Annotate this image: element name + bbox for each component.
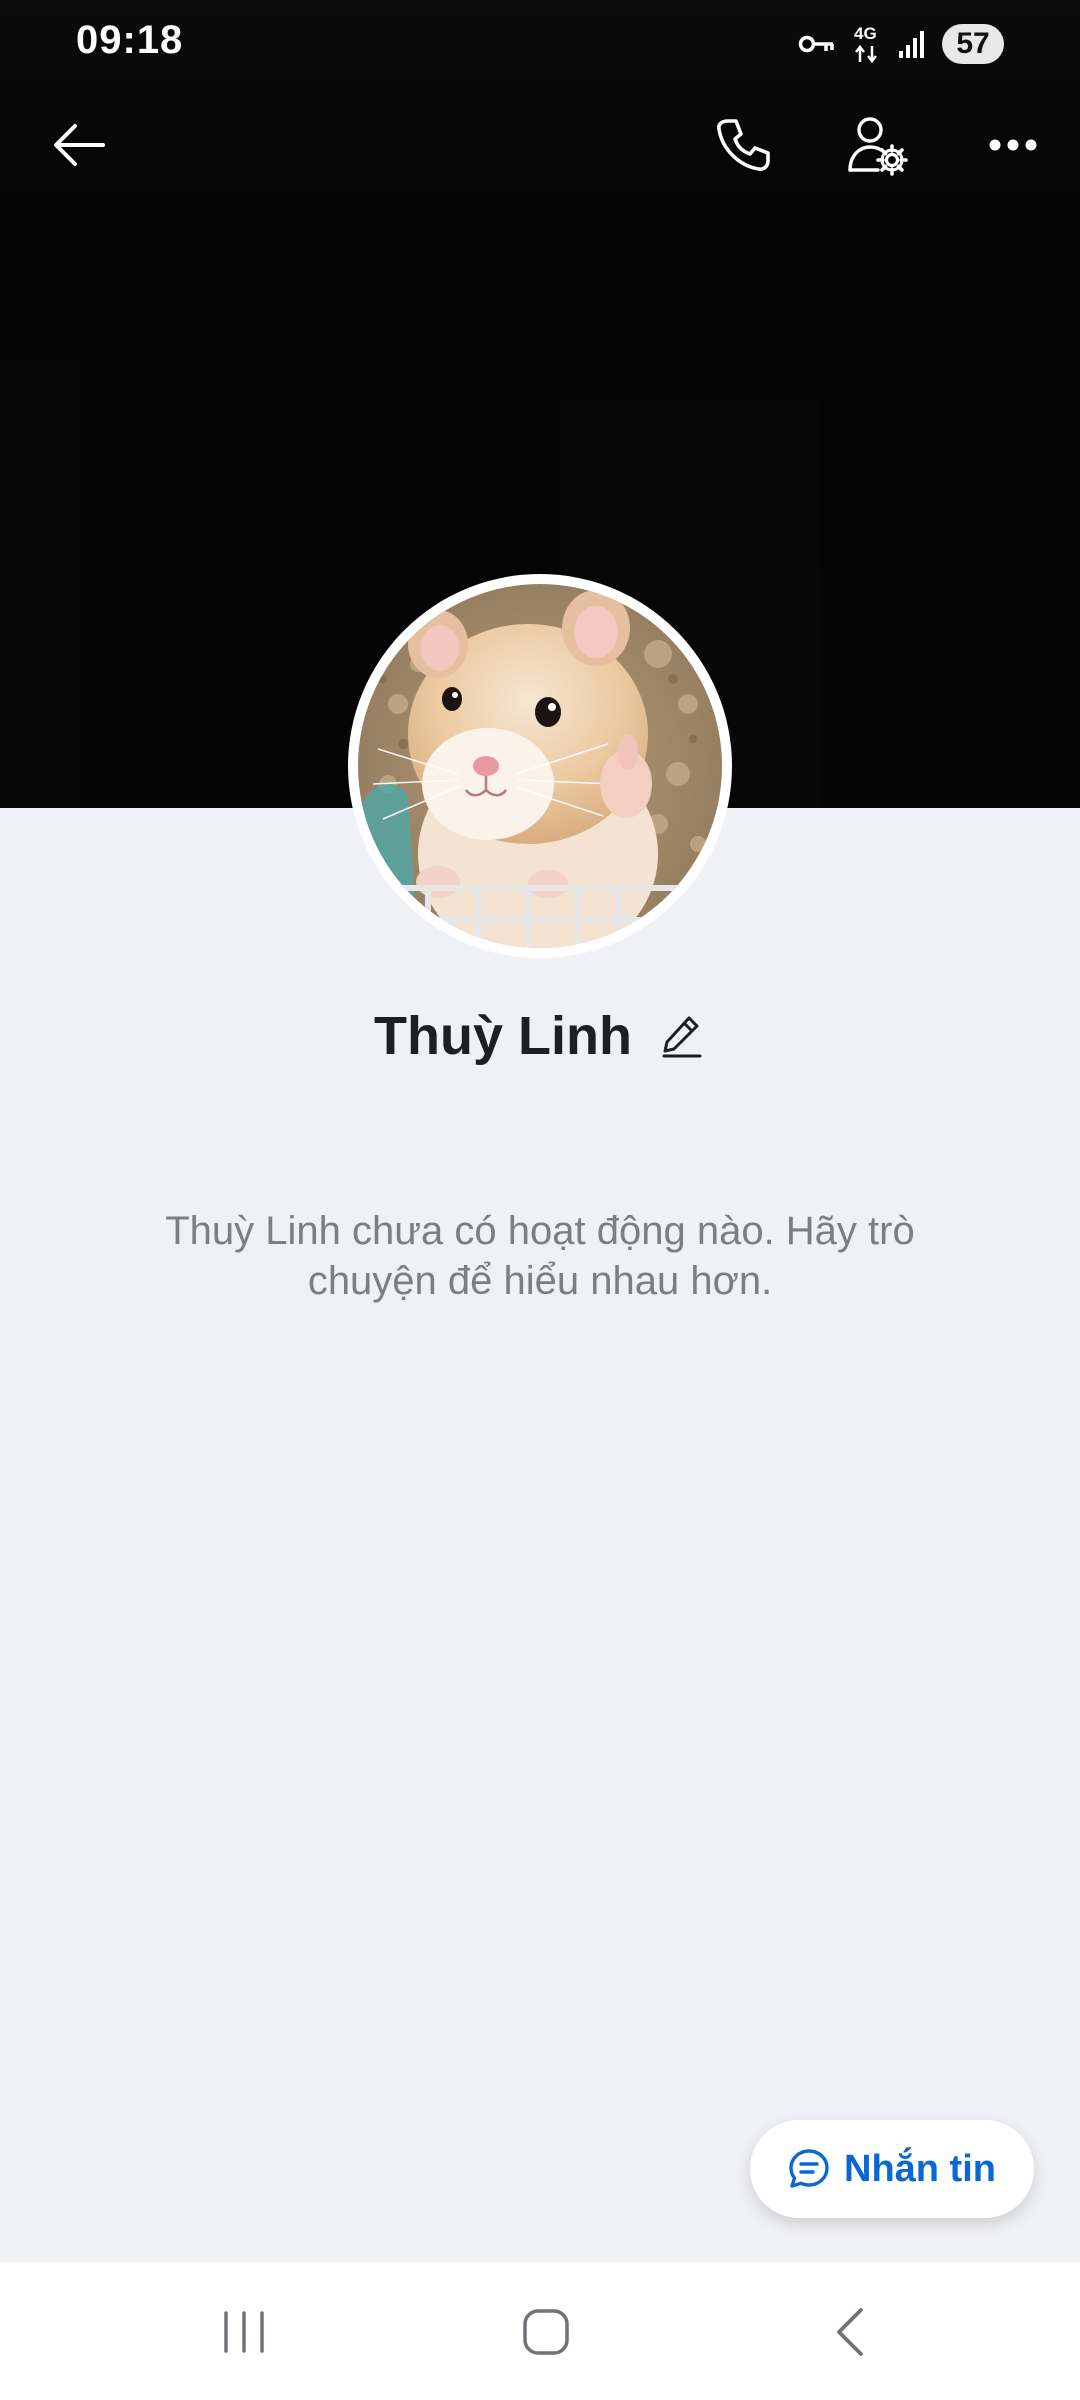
recent-apps-button[interactable]	[184, 2282, 304, 2382]
back-arrow-icon	[54, 124, 105, 166]
message-button[interactable]: Nhắn tin	[750, 2120, 1034, 2218]
user-settings-icon	[848, 117, 908, 176]
battery-icon: 57	[942, 24, 1004, 64]
recent-apps-icon	[224, 2311, 264, 2353]
top-app-bar	[0, 100, 1080, 190]
phone-icon	[717, 119, 770, 171]
back-button[interactable]	[34, 100, 124, 190]
edit-name-button[interactable]	[658, 1012, 706, 1060]
pencil-icon	[662, 1016, 702, 1058]
system-nav-bar	[0, 2262, 1080, 2400]
home-icon	[523, 2309, 569, 2355]
cover-shadow-left	[0, 360, 80, 808]
empty-activity-message: Thuỳ Linh chưa có hoạt động nào. Hãy trò…	[165, 1209, 915, 1303]
call-button[interactable]	[698, 100, 788, 190]
network-4g-icon: 4G	[852, 24, 882, 64]
more-options-button[interactable]	[968, 100, 1058, 190]
profile-screen: 09:18 4G 57 Thuỳ Linh Thuỳ Linh chưa có …	[0, 0, 1080, 2400]
chat-bubble-icon	[789, 2149, 829, 2188]
home-button[interactable]	[486, 2282, 606, 2382]
more-icon	[989, 139, 1037, 151]
status-bar: 09:18 4G 57	[0, 0, 1080, 88]
message-button-label: Nhắn tin	[844, 2147, 996, 2190]
system-back-button[interactable]	[790, 2282, 910, 2382]
profile-name-row: Thuỳ Linh	[0, 996, 1080, 1076]
network-label: 4G	[854, 24, 877, 43]
status-time: 09:18	[76, 18, 184, 62]
contact-settings-button[interactable]	[832, 100, 922, 190]
profile-name: Thuỳ Linh	[374, 1006, 632, 1066]
vpn-key-icon	[798, 32, 836, 56]
avatar-frame[interactable]	[348, 574, 732, 958]
back-icon	[837, 2308, 863, 2356]
signal-icon	[898, 29, 926, 59]
avatar-hamster-photo	[358, 584, 722, 948]
status-icons: 4G 57	[798, 22, 1004, 66]
